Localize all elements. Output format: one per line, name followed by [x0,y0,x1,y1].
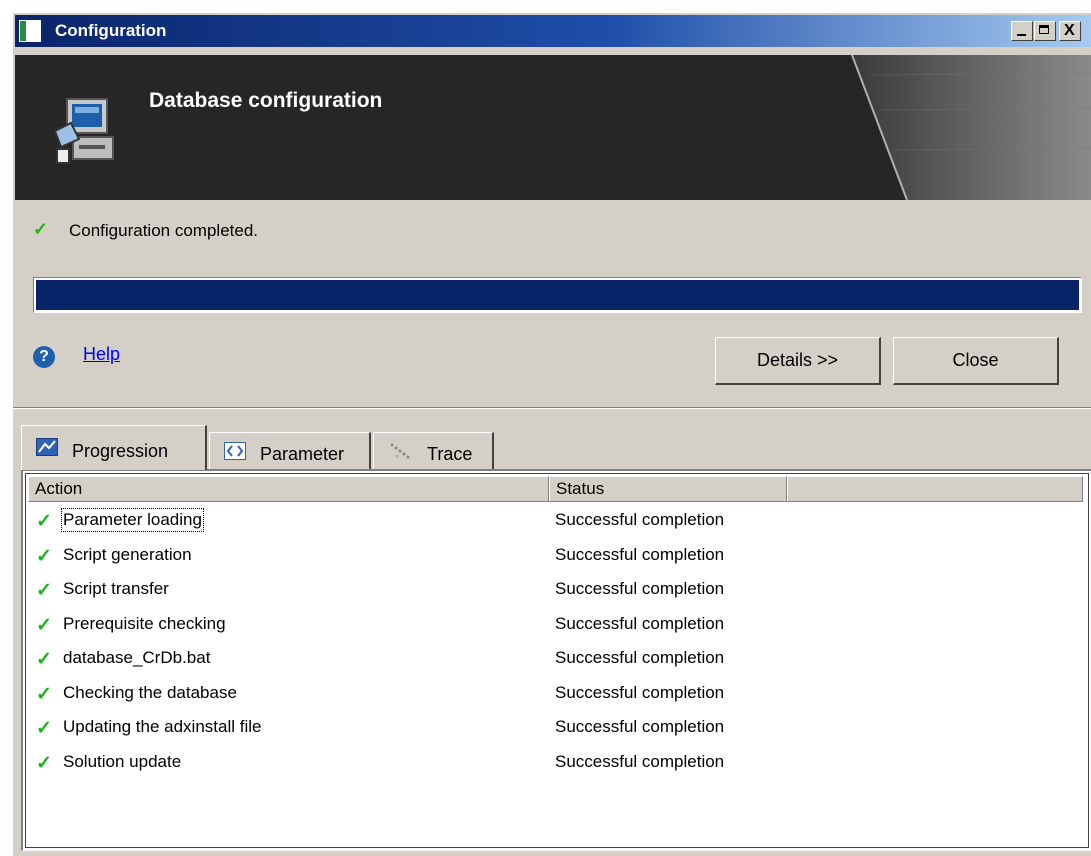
list-item[interactable]: ✓ database_CrDb.bat Successful completio… [26,642,1088,677]
row-status: Successful completion [555,648,725,667]
row-action: Updating the adxinstall file [63,717,262,736]
row-action: Script generation [63,544,192,564]
list-item[interactable]: ✓ Prerequisite checking Successful compl… [26,608,1088,643]
row-status: Successful completion [555,613,725,633]
tab-progression[interactable]: Progression [21,425,207,470]
divider [13,407,1091,409]
close-button[interactable]: Close [893,337,1059,385]
tab-parameter[interactable]: Parameter [209,432,371,469]
maximize-button[interactable] [1034,21,1056,41]
banner-decoration [851,55,1091,200]
trace-icon [390,443,410,459]
details-button[interactable]: Details >> [715,337,881,385]
progress-bar [33,277,1082,313]
progression-list: Action Status ✓ Parameter loading Succes… [21,469,1091,851]
check-icon: ✓ [36,718,52,739]
column-header-action[interactable]: Action [28,476,549,502]
parameter-icon [224,442,246,460]
list-item[interactable]: ✓ Parameter loading Successful completio… [26,504,1088,539]
status-text: Configuration completed. [69,221,259,240]
progression-icon [36,438,58,456]
tab-trace[interactable]: Trace [373,432,494,469]
row-status: Successful completion [555,717,725,736]
title-bar[interactable]: Configuration X [15,15,1091,47]
row-action: Checking the database [63,682,237,702]
row-status: Successful completion [555,751,725,771]
row-action: Prerequisite checking [63,613,226,633]
check-icon: ✓ [36,683,52,705]
status-message: ✓ Configuration completed. [33,219,258,247]
row-action: Parameter loading [61,508,204,532]
list-view[interactable]: Action Status ✓ Parameter loading Succes… [25,473,1089,848]
row-action: Script transfer [63,579,169,598]
app-icon [19,20,41,42]
minimize-button[interactable] [1011,21,1033,41]
window-title: Configuration [55,21,167,40]
check-icon: ✓ [36,580,52,601]
check-icon: ✓ [36,545,52,567]
progress-fill [36,280,1079,310]
list-item[interactable]: ✓ Checking the database Successful compl… [26,677,1088,712]
close-window-button[interactable]: X [1059,21,1081,41]
check-icon: ✓ [33,219,49,239]
header-banner: Database configuration [15,55,1091,200]
tab-label: Progression [72,441,169,461]
banner-title: Database configuration [149,89,383,112]
close-icon: X [1064,22,1075,39]
list-item[interactable]: ✓ Solution update Successful completion [26,746,1088,781]
check-icon: ✓ [36,614,52,636]
list-item[interactable]: ✓ Updating the adxinstall file Successfu… [26,711,1088,746]
check-icon: ✓ [36,511,52,532]
column-header-status[interactable]: Status [549,476,787,502]
list-item[interactable]: ✓ Script transfer Successful completion [26,573,1088,608]
help-link[interactable]: Help [83,344,120,365]
tab-label: Trace [427,444,473,464]
row-status: Successful completion [555,579,725,598]
help-icon[interactable]: ? [33,346,55,368]
computer-setup-icon [53,98,114,164]
row-action: database_CrDb.bat [63,648,211,667]
column-header-empty[interactable] [787,476,1083,502]
check-icon: ✓ [36,752,52,774]
list-rows: ✓ Parameter loading Successful completio… [26,504,1088,780]
row-action: Solution update [63,751,182,771]
tab-label: Parameter [260,444,345,464]
row-status: Successful completion [555,682,725,702]
configuration-window: Configuration X Database configuration ✓… [12,12,1091,856]
list-item[interactable]: ✓ Script generation Successful completio… [26,539,1088,574]
row-status: Successful completion [555,544,725,564]
row-status: Successful completion [555,510,725,529]
check-icon: ✓ [36,649,52,670]
